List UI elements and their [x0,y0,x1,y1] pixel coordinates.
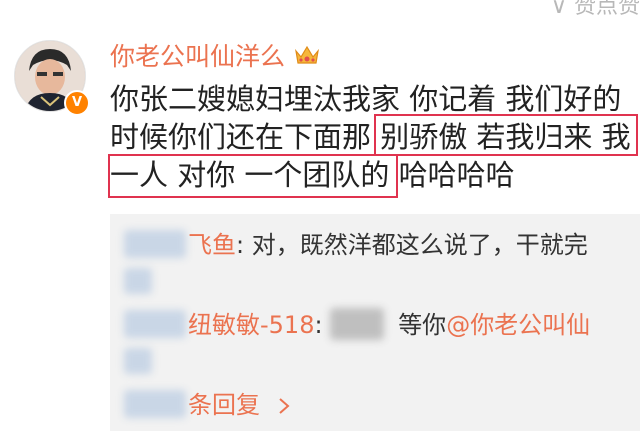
crown-icon [295,45,319,64]
like-counter[interactable]: ∨ 赞点赞 [551,0,640,20]
avatar[interactable]: V [14,40,90,116]
blurred-username [124,310,186,338]
post-text-line: 你张二嫂媳妇埋汰我家 你记着 我们好的 [110,82,622,116]
username-row: 你老公叫仙洋么 [110,38,321,72]
blurred-text [124,348,152,374]
reply-separator: : [314,311,331,339]
chevron-right-icon [278,398,290,414]
post-username[interactable]: 你老公叫仙洋么 [110,37,285,73]
reply-text: 对，既然洋都这么说了，干就完 [251,231,588,259]
reply-item[interactable]: 飞鱼: 对，既然洋都这么说了，干就完 [188,228,588,262]
more-replies-label[interactable]: 条回复 [188,391,260,419]
reply-mention[interactable]: @你老公叫仙 [446,311,590,339]
weibo-post: ∨ 赞点赞 V 你老公叫仙洋么 你张二嫂媳妇埋汰我家 你记着 我们好的 时候你们… [0,0,640,431]
highlight-box [374,114,638,156]
highlight-box [108,154,398,198]
reply-username[interactable]: 纽敏敏-518 [188,311,314,339]
blurred-count [124,390,186,418]
blurred-text [124,268,152,294]
reply-username[interactable]: 飞鱼 [188,231,236,259]
reply-text: 等你 [398,311,447,339]
reply-separator: : [236,231,252,259]
reply-item[interactable]: 纽敏敏-518: 等你@你老公叫仙 [188,308,590,342]
verified-icon: V [64,90,90,116]
more-replies-link[interactable]: 条回复 [188,388,290,422]
replies-panel: 飞鱼: 对，既然洋都这么说了，干就完 纽敏敏-518: 等你@你老公叫仙 条回复 [110,214,640,431]
blurred-username [124,230,186,258]
